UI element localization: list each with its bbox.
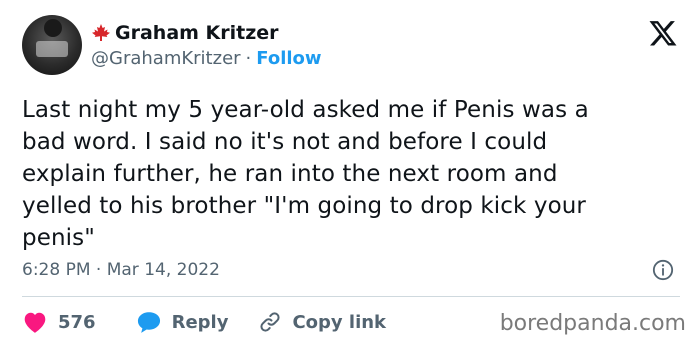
copy-link-label: Copy link bbox=[292, 311, 387, 333]
x-logo-icon[interactable] bbox=[648, 18, 678, 48]
link-icon bbox=[260, 312, 280, 332]
tweet-text: Last night my 5 year-old asked me if Pen… bbox=[22, 97, 589, 251]
reply-bubble-icon bbox=[137, 312, 160, 333]
follow-button[interactable]: Follow bbox=[256, 48, 321, 70]
like-count: 576 bbox=[58, 311, 96, 333]
author-name[interactable]: Graham Kritzer bbox=[115, 22, 279, 44]
avatar-shirt bbox=[36, 41, 68, 57]
author-handle[interactable]: @GrahamKritzer bbox=[91, 48, 241, 70]
reply-button[interactable]: Reply bbox=[136, 310, 229, 334]
info-icon[interactable] bbox=[652, 259, 674, 281]
author-handle-row: @GrahamKritzer · Follow bbox=[91, 48, 322, 70]
reply-label: Reply bbox=[171, 311, 229, 333]
avatar[interactable] bbox=[22, 15, 82, 75]
action-bar: 576 Reply Copy link bbox=[22, 308, 386, 336]
handle-separator: · bbox=[245, 48, 252, 69]
avatar-head bbox=[44, 19, 62, 37]
heart-icon bbox=[24, 312, 46, 333]
author-name-row: Graham Kritzer bbox=[91, 22, 279, 44]
watermark: boredpanda.com bbox=[499, 311, 686, 336]
maple-leaf-icon bbox=[92, 24, 110, 41]
like-button[interactable]: 576 bbox=[22, 310, 96, 334]
copy-link-button[interactable]: Copy link bbox=[258, 310, 386, 334]
tweet-timestamp[interactable]: 6:28 PM · Mar 14, 2022 bbox=[22, 259, 220, 281]
divider bbox=[22, 296, 680, 297]
